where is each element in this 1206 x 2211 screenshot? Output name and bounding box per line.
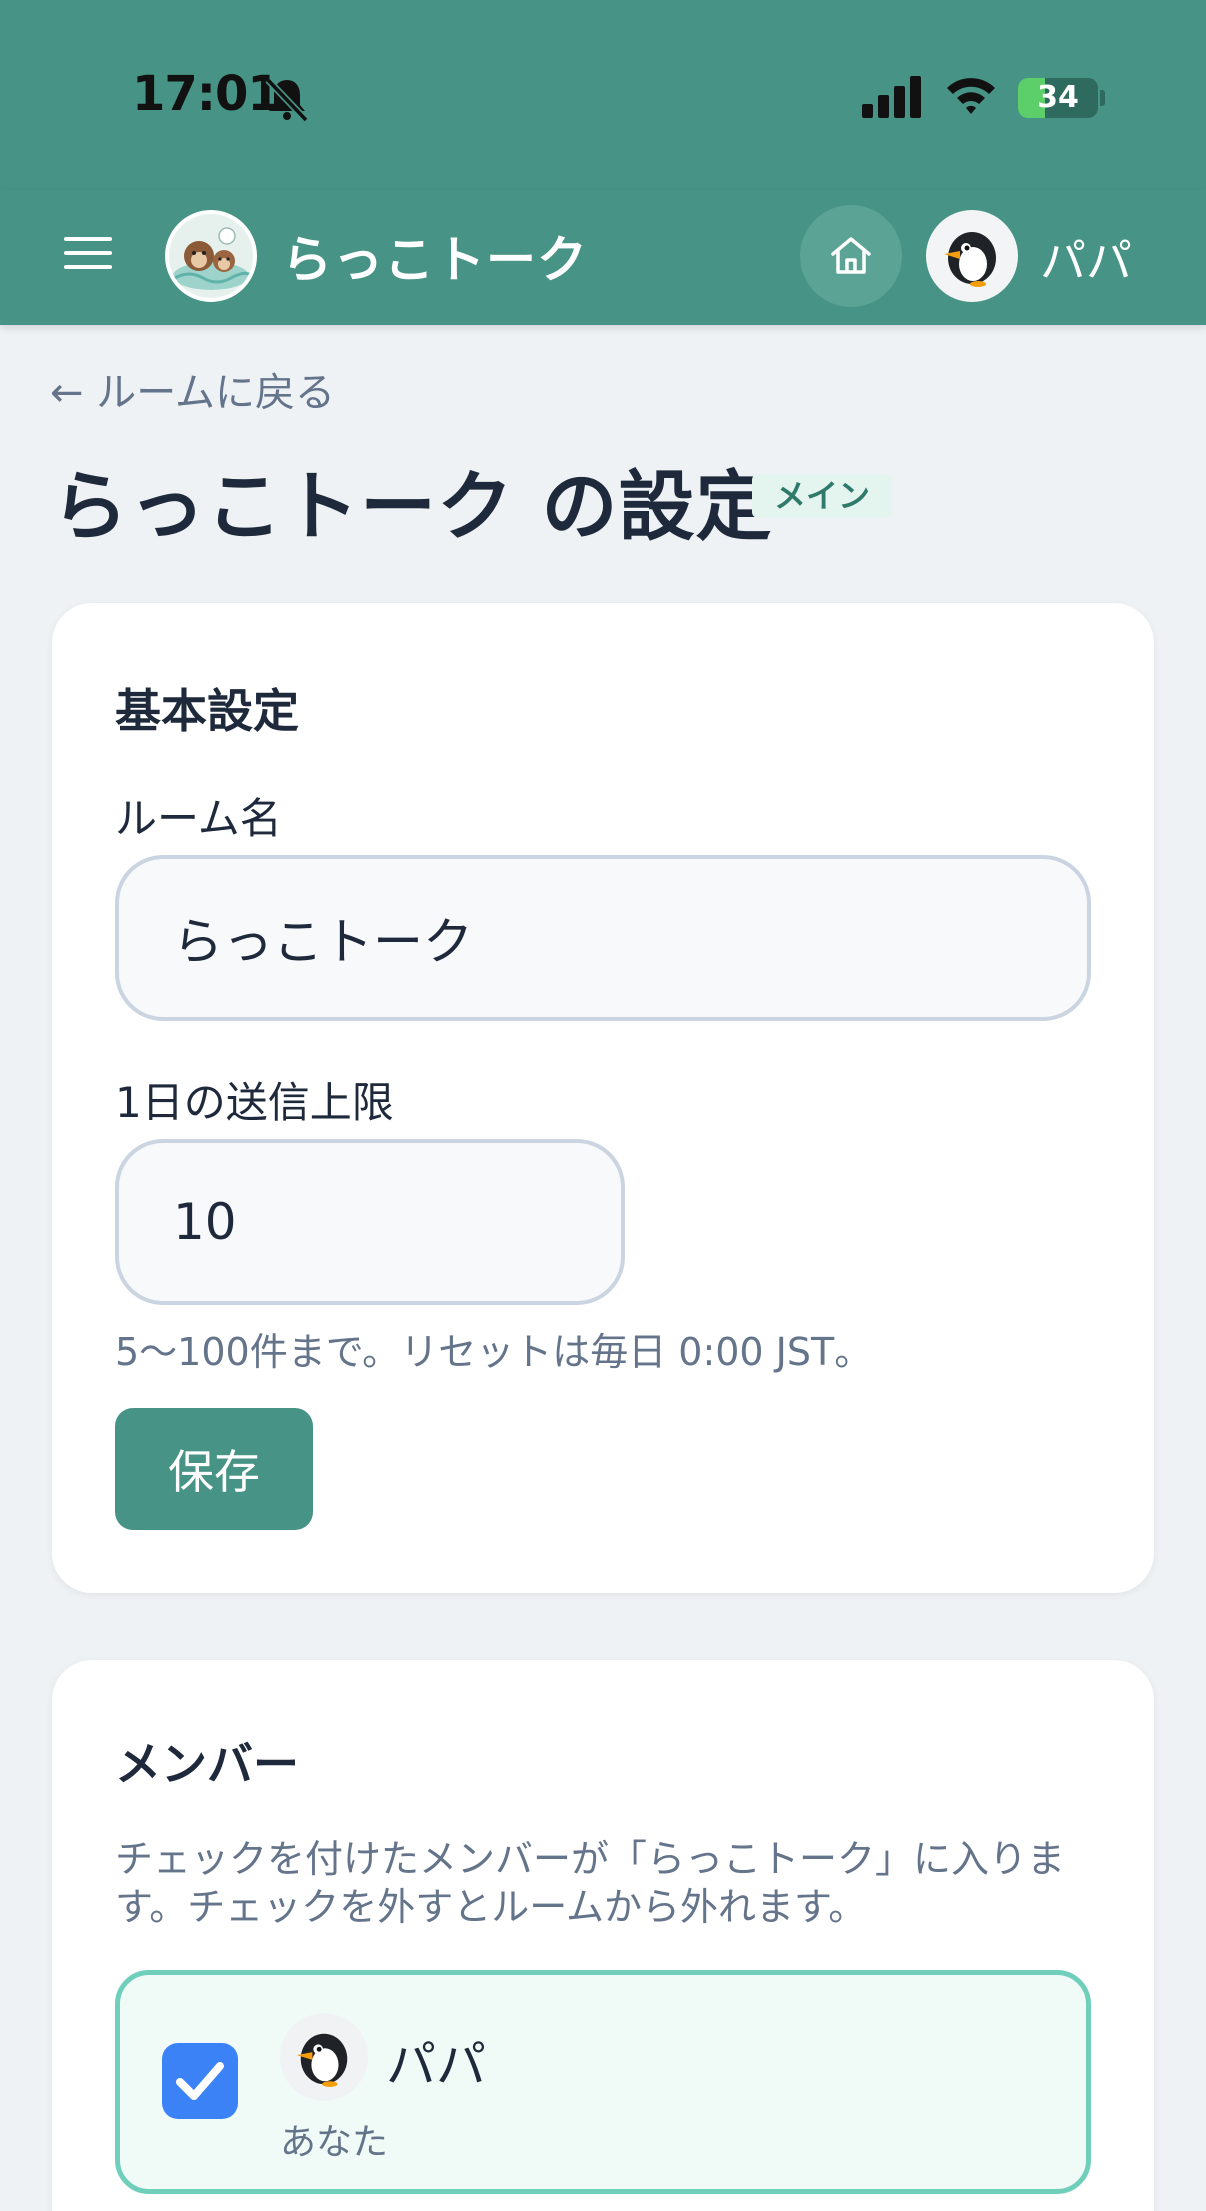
member-name: パパ xyxy=(386,2036,486,2094)
basic-settings-title: 基本設定 xyxy=(115,684,299,738)
battery-indicator: 34 xyxy=(1018,78,1098,118)
bell-slash-icon xyxy=(265,77,309,123)
daily-limit-helper-text: 5〜100件まで。リセットは毎日 0:00 JST。 xyxy=(115,1330,873,1374)
app-logo[interactable] xyxy=(165,210,257,302)
basic-settings-card: 基本設定 ルーム名 1日の送信上限 5〜100件まで。リセットは毎日 0:00 … xyxy=(52,603,1154,1593)
room-name-label: ルーム名 xyxy=(115,794,282,843)
members-description: チェックを付けたメンバーが「らっこトーク」に入ります。チェックを外すとルームから… xyxy=(115,1837,1066,1929)
members-title: メンバー xyxy=(115,1737,299,1791)
status-time: 17:01 xyxy=(132,66,281,122)
member-checkbox[interactable] xyxy=(162,2043,238,2119)
home-button[interactable] xyxy=(800,205,902,307)
penguin-icon xyxy=(944,232,996,287)
menu-icon[interactable] xyxy=(62,233,114,273)
wifi-icon xyxy=(947,78,995,114)
battery-cap xyxy=(1100,90,1105,106)
penguin-icon xyxy=(296,2033,348,2088)
main-room-badge: メイン xyxy=(752,474,893,518)
otter-logo-icon xyxy=(173,227,253,290)
member-item[interactable]: パパ あなた xyxy=(115,1970,1091,2194)
user-avatar[interactable] xyxy=(926,210,1018,302)
signal-icon xyxy=(862,76,921,118)
members-card: メンバー チェックを付けたメンバーが「らっこトーク」に入ります。チェックを外すと… xyxy=(52,1660,1154,2211)
app-title[interactable]: らっこトーク xyxy=(282,220,588,292)
checkmark-icon xyxy=(176,2062,224,2100)
battery-percent: 34 xyxy=(1037,80,1079,115)
user-name[interactable]: パパ xyxy=(1040,225,1132,291)
member-avatar xyxy=(280,2013,368,2101)
app-header: らっこトーク パパ xyxy=(0,190,1206,325)
member-subtitle: あなた xyxy=(280,2122,389,2163)
daily-limit-label: 1日の送信上限 xyxy=(115,1078,394,1127)
status-bar: 17:01 34 xyxy=(0,0,1206,190)
daily-limit-input[interactable] xyxy=(115,1139,625,1305)
home-icon xyxy=(831,237,871,274)
page-title: らっこトーク の設定 xyxy=(52,462,773,551)
room-name-input[interactable] xyxy=(115,855,1091,1021)
back-to-room-link[interactable]: ← ルームに戻る xyxy=(50,360,335,418)
save-button[interactable]: 保存 xyxy=(115,1408,313,1530)
